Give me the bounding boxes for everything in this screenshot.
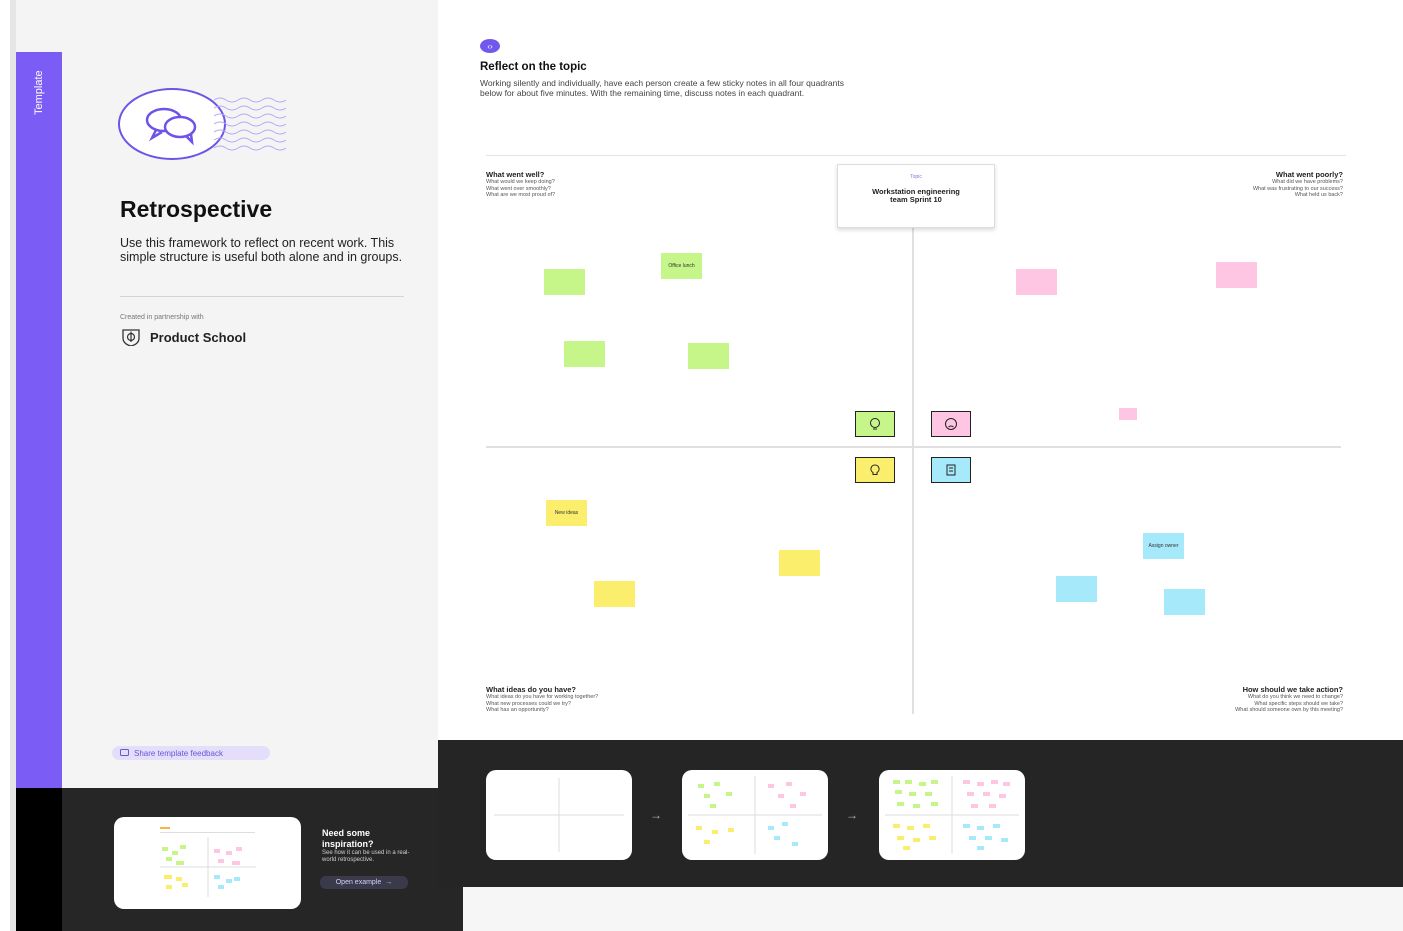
arrow-right-icon: → xyxy=(650,808,662,822)
page-footer-area xyxy=(463,887,1403,931)
board-description: Working silently and individually, have … xyxy=(480,78,844,98)
brand-name: Product School xyxy=(150,329,247,345)
step-empty-board xyxy=(486,770,632,860)
frown-icon xyxy=(931,411,971,437)
template-description: Use this framework to reflect on recent … xyxy=(120,236,403,264)
topic-card-text: Workstation engineering team Sprint 10 xyxy=(872,187,960,204)
brand-row: Product School xyxy=(120,328,246,346)
quadrant-went-poorly-header: What went poorly? What did we have probl… xyxy=(1143,170,1343,199)
sticky-note-blue[interactable] xyxy=(1164,589,1205,615)
quadrant-prompt: What are we most proud of? xyxy=(486,192,556,198)
template-panel xyxy=(16,52,438,788)
quadrant-title: What went well? xyxy=(486,170,545,179)
inspiration-strip xyxy=(16,788,62,931)
template-tab-label: Template xyxy=(33,70,45,116)
step-some-notes xyxy=(682,770,828,860)
sticky-note-green[interactable] xyxy=(564,341,605,367)
wave-decoration xyxy=(214,97,286,151)
topic-card[interactable]: Topic Workstation engineering team Sprin… xyxy=(837,164,995,228)
quadrant-horizontal-axis xyxy=(486,446,1341,448)
inspiration-title: Need some inspiration? xyxy=(322,828,374,849)
board-title: Reflect on the topic xyxy=(480,61,587,73)
sticky-note-green[interactable] xyxy=(544,269,585,295)
lightbulb-icon xyxy=(855,411,895,437)
share-feedback-label: Share template feedback xyxy=(134,748,223,758)
open-example-label: Open example xyxy=(335,879,382,886)
quadrant-vertical-axis xyxy=(912,222,914,714)
topic-card-kicker: Topic xyxy=(910,174,922,180)
sticky-note-pink[interactable] xyxy=(1216,262,1257,288)
divider xyxy=(486,155,1346,156)
sticky-note-green[interactable] xyxy=(688,343,729,369)
quadrant-prompt: What has an opportunity? xyxy=(486,707,549,713)
template-title: Retrospective xyxy=(120,196,273,222)
quadrant-title: What ideas do you have? xyxy=(486,685,577,694)
panel-header xyxy=(16,0,438,53)
sticky-note-yellow[interactable] xyxy=(779,550,820,576)
sticky-note-green[interactable]: Office lunch xyxy=(661,253,702,279)
sticky-note-yellow[interactable] xyxy=(594,581,635,607)
arrow-right-icon: → xyxy=(846,808,858,822)
sticky-note-blue[interactable] xyxy=(1056,576,1097,602)
arrow-right-icon: → xyxy=(385,879,393,886)
share-feedback-button[interactable]: Share template feedback xyxy=(112,746,270,760)
open-example-button[interactable]: Open example → xyxy=(320,876,408,889)
quadrant-ideas-header: What ideas do you have? What ideas do yo… xyxy=(486,685,696,714)
quadrant-prompt: What held us back? xyxy=(1294,192,1343,198)
example-preview[interactable] xyxy=(114,817,301,909)
quadrant-title: What went poorly? xyxy=(1275,170,1343,179)
feedback-icon xyxy=(120,749,129,756)
sticky-note-pink[interactable] xyxy=(1119,408,1137,420)
quadrant-prompt: What should someone own by this meeting? xyxy=(1235,707,1343,713)
inspiration-body: See how it can be used in a real-world r… xyxy=(322,850,410,863)
template-tab[interactable] xyxy=(16,52,62,788)
step-arrow-icon: ‹› xyxy=(480,39,500,53)
sticky-note-blue[interactable]: Assign owner xyxy=(1143,533,1184,559)
sticky-note-pink[interactable] xyxy=(1016,269,1057,295)
chat-bubbles-icon xyxy=(118,88,226,160)
idea-icon xyxy=(855,457,895,483)
quadrant-title: How should we take action? xyxy=(1242,685,1343,694)
checklist-icon xyxy=(931,457,971,483)
sticky-note-yellow[interactable]: New ideas xyxy=(546,500,587,526)
created-with-label: Created in partnership with xyxy=(120,314,204,321)
divider xyxy=(120,296,404,297)
quadrant-action-header: How should we take action? What do you t… xyxy=(1133,685,1343,714)
quadrant-went-well-header: What went well? What would we keep doing… xyxy=(486,170,686,199)
product-school-logo-icon xyxy=(122,329,140,346)
step-full-board xyxy=(879,770,1025,860)
